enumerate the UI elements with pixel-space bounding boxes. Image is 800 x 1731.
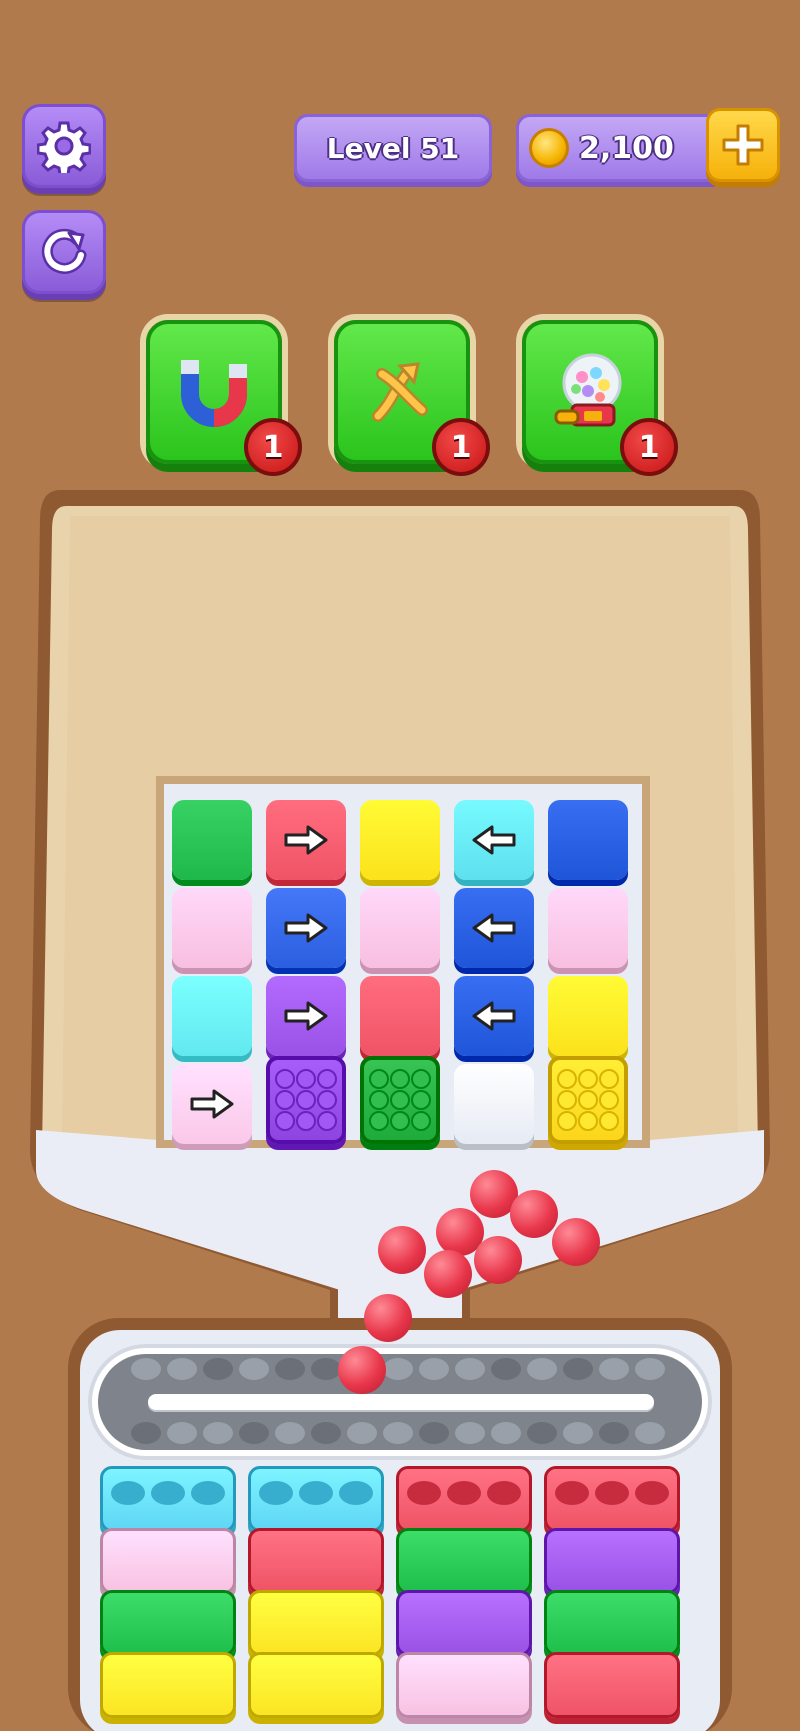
- conveyor-slots-bottom: [128, 1422, 668, 1448]
- stack-cup: [100, 1528, 236, 1594]
- board-tile[interactable]: [172, 976, 252, 1056]
- ball-on-conveyor: [338, 1346, 386, 1394]
- ball: [378, 1226, 426, 1274]
- board-tile[interactable]: [548, 800, 628, 880]
- stack-cup: [248, 1590, 384, 1656]
- stack-cup[interactable]: [248, 1466, 384, 1532]
- arrow-left-icon: [472, 825, 516, 855]
- arrow-left-icon: [472, 913, 516, 943]
- stack-cup: [396, 1652, 532, 1718]
- stack-cup: [396, 1590, 532, 1656]
- board-tile[interactable]: [360, 1056, 440, 1144]
- stack-cup: [248, 1652, 384, 1718]
- board-tile[interactable]: [454, 800, 534, 880]
- board-tile[interactable]: [266, 1056, 346, 1144]
- stack-cup: [396, 1528, 532, 1594]
- board-tile[interactable]: [360, 888, 440, 968]
- stack-cup: [100, 1652, 236, 1718]
- stud-grid: [369, 1069, 431, 1131]
- stack-cup[interactable]: [396, 1466, 532, 1532]
- ball: [364, 1294, 412, 1342]
- ball: [552, 1218, 600, 1266]
- stack-cup: [248, 1528, 384, 1594]
- stack-cup: [544, 1652, 680, 1718]
- board-tile[interactable]: [266, 800, 346, 880]
- ball: [510, 1190, 558, 1238]
- board-tile[interactable]: [172, 888, 252, 968]
- board-tile[interactable]: [172, 800, 252, 880]
- stack-cup: [544, 1590, 680, 1656]
- stud-grid: [557, 1069, 619, 1131]
- board-tile[interactable]: [454, 976, 534, 1056]
- board-tile[interactable]: [548, 888, 628, 968]
- ball: [424, 1250, 472, 1298]
- arrow-right-icon: [284, 1001, 328, 1031]
- board-tile[interactable]: [454, 888, 534, 968]
- board-tile[interactable]: [266, 976, 346, 1056]
- board-tile[interactable]: [172, 1064, 252, 1144]
- board-tile[interactable]: [548, 976, 628, 1056]
- arrow-right-icon: [190, 1089, 234, 1119]
- stack-cup: [544, 1528, 680, 1594]
- conveyor-track: [88, 1344, 712, 1460]
- board-tile[interactable]: [454, 1064, 534, 1144]
- tile-board: [168, 796, 648, 1156]
- arrow-right-icon: [284, 913, 328, 943]
- conveyor-slots-top: [128, 1358, 668, 1384]
- board-tile[interactable]: [548, 1056, 628, 1144]
- stack-cup[interactable]: [100, 1466, 236, 1532]
- stud-grid: [275, 1069, 337, 1131]
- arrow-left-icon: [472, 1001, 516, 1031]
- arrow-right-icon: [284, 825, 328, 855]
- board-tile[interactable]: [360, 976, 440, 1056]
- board-tile[interactable]: [266, 888, 346, 968]
- ball: [474, 1236, 522, 1284]
- stack-cup: [100, 1590, 236, 1656]
- stack-cup[interactable]: [544, 1466, 680, 1532]
- cup-stacks: [100, 1466, 710, 1731]
- board-tile[interactable]: [360, 800, 440, 880]
